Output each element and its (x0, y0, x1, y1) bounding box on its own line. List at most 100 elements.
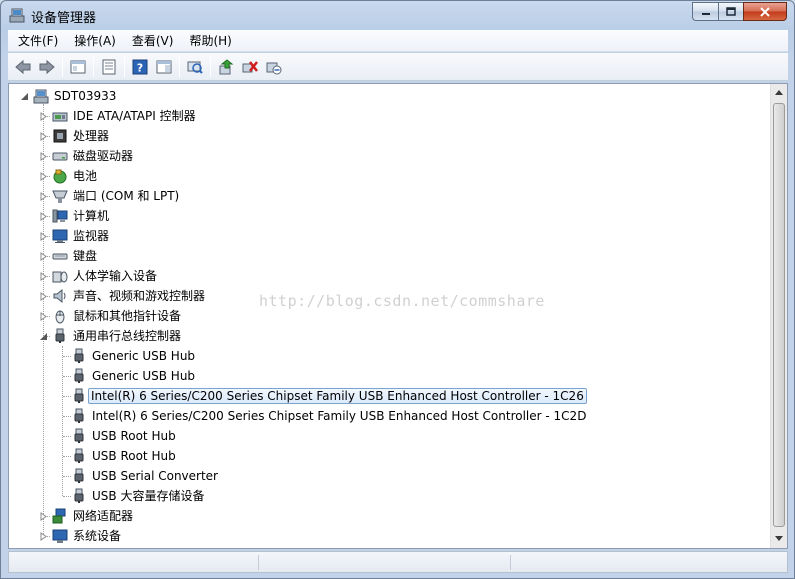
menu-help[interactable]: 帮助(H) (183, 30, 237, 51)
tree-device-usb-5[interactable]: USB Root Hub (9, 446, 769, 466)
toolbar-separator (124, 56, 125, 77)
expand-arrow-icon[interactable] (39, 232, 48, 241)
tree-root[interactable]: SDT03933 (9, 86, 769, 106)
update-driver-button[interactable] (214, 56, 237, 78)
back-icon (14, 59, 30, 74)
scroll-up-icon (775, 90, 783, 95)
category-label: 处理器 (73, 129, 110, 143)
show-hide-tree-button[interactable] (66, 56, 89, 78)
expand-arrow-icon[interactable] (39, 132, 48, 141)
maximize-button[interactable] (718, 2, 743, 21)
category-label: 通用串行总线控制器 (73, 329, 182, 343)
tree-category-hid[interactable]: 人体学输入设备 (9, 266, 769, 286)
tree-category-computer[interactable]: 计算机 (9, 206, 769, 226)
menu-bar: 文件(F) 操作(A) 查看(V) 帮助(H) (8, 30, 788, 52)
tree-device-usb-6[interactable]: USB Serial Converter (9, 466, 769, 486)
category-label: 人体学输入设备 (73, 269, 158, 283)
tree-device-usb-7[interactable]: USB 大容量存储设备 (9, 486, 769, 506)
help-button[interactable]: ? (128, 56, 151, 78)
mouse-icon (55, 310, 65, 324)
hid-icon (52, 271, 68, 283)
port-icon (52, 190, 68, 203)
tree-connector (63, 416, 71, 417)
collapse-arrow-icon[interactable] (20, 92, 29, 101)
tree-root-label: SDT03933 (54, 89, 117, 103)
device-label: USB Root Hub (92, 449, 176, 463)
status-bar (8, 551, 788, 573)
scroll-up-button[interactable] (771, 84, 787, 101)
tree-category-network[interactable]: 网络适配器 (9, 506, 769, 526)
tree-category-keyboard[interactable]: 键盘 (9, 246, 769, 266)
tree-connector (63, 496, 71, 497)
tree-device-usb-1[interactable]: Generic USB Hub (9, 366, 769, 386)
device-tree[interactable]: SDT03933 IDE ATA/ATAPI 控制器 处理器 磁盘驱动器 电池 (8, 83, 788, 549)
tree-category-disk[interactable]: 磁盘驱动器 (9, 146, 769, 166)
scroll-down-icon (775, 536, 783, 541)
expand-arrow-icon[interactable] (39, 292, 48, 301)
uninstall-icon (242, 60, 258, 72)
vertical-scrollbar[interactable] (770, 84, 787, 548)
usb-icon (74, 368, 84, 383)
close-button[interactable] (743, 2, 787, 21)
tree-category-system[interactable]: 系统设备 (9, 526, 769, 546)
expand-arrow-icon[interactable] (39, 312, 48, 321)
properties-button[interactable] (97, 56, 120, 78)
forward-button[interactable] (35, 56, 58, 78)
menu-view[interactable]: 查看(V) (126, 30, 180, 51)
tree-category-mouse[interactable]: 鼠标和其他指针设备 (9, 306, 769, 326)
expand-arrow-icon[interactable] (39, 172, 48, 181)
tree-category-processor[interactable]: 处理器 (9, 126, 769, 146)
expand-arrow-icon[interactable] (39, 192, 48, 201)
tree-category-battery[interactable]: 电池 (9, 166, 769, 186)
window-title: 设备管理器 (31, 11, 97, 26)
tree-device-usb-2[interactable]: Intel(R) 6 Series/C200 Series Chipset Fa… (9, 386, 769, 406)
category-label: 系统设备 (73, 529, 122, 543)
usb-icon (74, 388, 84, 403)
tree-category-ide[interactable]: IDE ATA/ATAPI 控制器 (9, 106, 769, 126)
toolbar-separator (210, 56, 211, 77)
tree-device-usb-3[interactable]: Intel(R) 6 Series/C200 Series Chipset Fa… (9, 406, 769, 426)
scrollbar-thumb[interactable] (773, 103, 785, 527)
category-label: 端口 (COM 和 LPT) (73, 189, 180, 203)
menu-file[interactable]: 文件(F) (12, 30, 64, 51)
close-icon (760, 6, 770, 17)
tree-connector (63, 436, 71, 437)
title-bar[interactable]: 设备管理器 (1, 1, 794, 29)
toolbar-separator (93, 56, 94, 77)
category-label: 声音、视频和游戏控制器 (73, 289, 206, 303)
tree-category-monitor[interactable]: 监视器 (9, 226, 769, 246)
scroll-down-button[interactable] (771, 530, 787, 547)
expand-arrow-icon[interactable] (39, 272, 48, 281)
usb-icon (74, 428, 84, 443)
tree-device-usb-4[interactable]: USB Root Hub (9, 426, 769, 446)
update-driver-icon (219, 58, 233, 74)
disk-drive-icon (52, 152, 68, 161)
category-label: 电池 (73, 169, 98, 183)
tree-category-usb[interactable]: 通用串行总线控制器 (9, 326, 769, 346)
minimize-button[interactable] (692, 2, 718, 21)
tree-device-usb-0[interactable]: Generic USB Hub (9, 346, 769, 366)
tree-category-sound[interactable]: 声音、视频和游戏控制器 (9, 286, 769, 306)
collapse-arrow-icon[interactable] (39, 332, 48, 341)
expand-arrow-icon[interactable] (39, 112, 48, 121)
computer-icon (52, 209, 68, 223)
expand-arrow-icon[interactable] (39, 512, 48, 521)
expand-arrow-icon[interactable] (39, 152, 48, 161)
tree-connector (63, 396, 71, 397)
processor-icon (53, 129, 67, 143)
menu-action[interactable]: 操作(A) (68, 30, 122, 51)
tree-category-ports[interactable]: 端口 (COM 和 LPT) (9, 186, 769, 206)
expand-arrow-icon[interactable] (39, 532, 48, 541)
disable-button[interactable] (262, 56, 285, 78)
keyboard-icon (52, 253, 68, 260)
action-pane-button[interactable] (152, 56, 175, 78)
computer-icon (33, 89, 49, 104)
category-label: 鼠标和其他指针设备 (73, 309, 182, 323)
expand-arrow-icon[interactable] (39, 252, 48, 261)
uninstall-button[interactable] (238, 56, 261, 78)
expand-arrow-icon[interactable] (39, 212, 48, 221)
device-label: USB Root Hub (92, 429, 176, 443)
back-button[interactable] (11, 56, 34, 78)
device-label: Intel(R) 6 Series/C200 Series Chipset Fa… (92, 409, 587, 423)
scan-hardware-button[interactable] (183, 56, 206, 78)
